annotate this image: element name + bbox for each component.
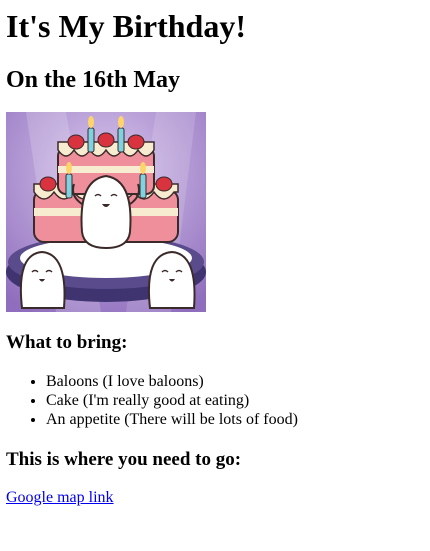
page: It's My Birthday! On the 16th May What t… bbox=[0, 0, 430, 508]
bring-list: Baloons (I love baloons) Cake (I'm reall… bbox=[6, 372, 424, 429]
birthday-cake-image bbox=[6, 112, 206, 312]
list-item: Baloons (I love baloons) bbox=[46, 372, 424, 391]
google-map-link[interactable]: Google map link bbox=[6, 488, 114, 508]
list-item: Cake (I'm really good at eating) bbox=[46, 391, 424, 410]
list-item: An appetite (There will be lots of food) bbox=[46, 410, 424, 429]
bring-heading: What to bring: bbox=[6, 332, 128, 353]
page-subtitle: On the 16th May bbox=[6, 67, 180, 93]
page-title: It's My Birthday! bbox=[6, 8, 246, 44]
where-heading: This is where you need to go: bbox=[6, 449, 242, 470]
